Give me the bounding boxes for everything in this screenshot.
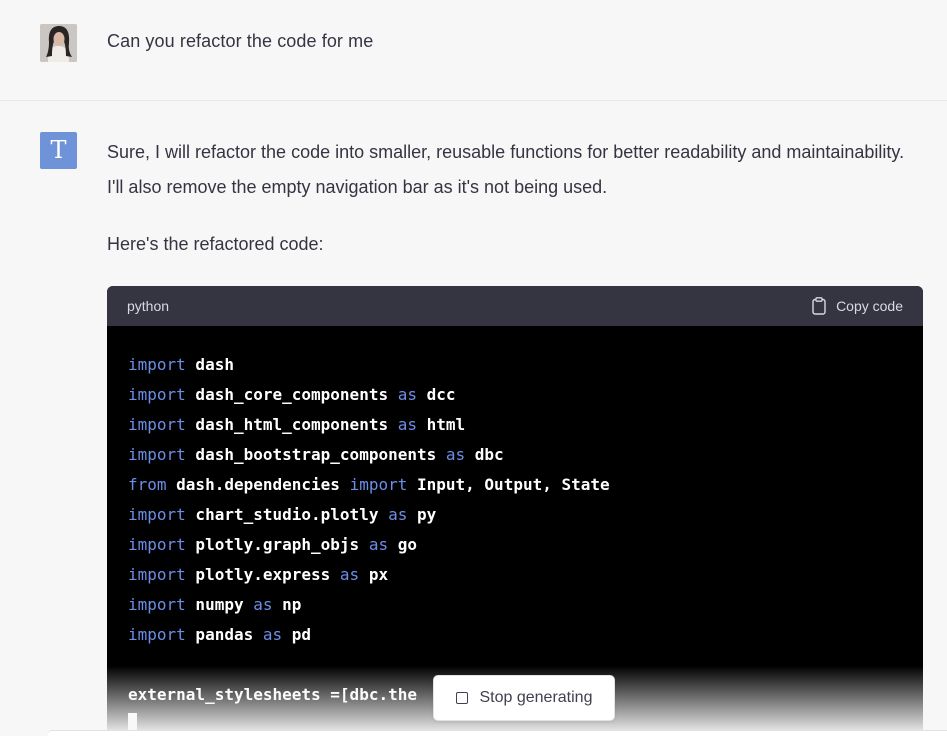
code-keyword: import xyxy=(349,475,408,494)
code-language-label: python xyxy=(127,298,170,314)
code-token: chart_studio.plotly xyxy=(185,505,389,524)
code-line: from dash.dependencies import Input, Out… xyxy=(128,470,610,500)
code-keyword: as xyxy=(445,445,466,464)
code-keyword: as xyxy=(253,595,273,614)
code-token: np xyxy=(272,595,302,614)
code-keyword: from xyxy=(128,475,167,494)
code-token: dash_core_components xyxy=(185,385,398,404)
code-keyword: import xyxy=(128,535,186,554)
code-token: numpy xyxy=(185,595,254,614)
code-token: pandas xyxy=(185,625,263,644)
code-token: px xyxy=(359,565,389,584)
code-keyword: as xyxy=(397,385,417,404)
assistant-avatar: T xyxy=(40,132,77,169)
code-keyword: import xyxy=(128,565,186,584)
code-token: Input, Output, State xyxy=(407,475,610,494)
code-keyword: import xyxy=(128,625,186,644)
stop-square-icon xyxy=(455,692,468,704)
copy-code-button[interactable]: Copy code xyxy=(812,296,903,316)
code-token: dash.dependencies xyxy=(166,475,350,494)
code-line: import dash xyxy=(128,350,610,380)
code-line: import pandas as pd xyxy=(128,620,610,650)
code-keyword: as xyxy=(397,415,417,434)
code-keyword: import xyxy=(128,355,186,374)
code-block-header: python Copy code xyxy=(107,286,923,326)
code-token: external_stylesheets =[dbc.the xyxy=(128,685,417,704)
code-keyword: import xyxy=(128,445,186,464)
code-line: import plotly.express as px xyxy=(128,560,610,590)
code-token: pd xyxy=(282,625,312,644)
user-avatar xyxy=(40,24,77,62)
code-token: go xyxy=(388,535,417,554)
code-keyword: import xyxy=(128,415,186,434)
code-keyword: as xyxy=(388,505,408,524)
copy-code-label: Copy code xyxy=(836,298,903,314)
code-line: import dash_html_components as html xyxy=(128,410,610,440)
code-keyword: as xyxy=(262,625,283,644)
stop-generating-button[interactable]: Stop generating xyxy=(433,675,615,721)
chat-page: Can you refactor the code for me T Sure,… xyxy=(0,0,947,736)
user-message-row: Can you refactor the code for me xyxy=(0,0,947,101)
code-line: import dash_bootstrap_components as dbc xyxy=(128,440,610,470)
code-block: python Copy code import dash import dash_… xyxy=(107,286,923,736)
code-line: import chart_studio.plotly as py xyxy=(128,500,610,530)
code-token: dash_html_components xyxy=(185,415,398,434)
code-keyword: as xyxy=(339,565,360,584)
code-keyword: as xyxy=(368,535,389,554)
code-token: dash xyxy=(185,355,234,374)
assistant-avatar-letter: T xyxy=(50,136,67,164)
code-keyword: import xyxy=(128,505,186,524)
assistant-message-row: T Sure, I will refactor the code into sm… xyxy=(0,101,947,736)
assistant-paragraph: Here's the refactored code: xyxy=(107,234,324,254)
code-token: py xyxy=(407,505,437,524)
code-keyword: import xyxy=(128,595,186,614)
user-photo-avatar xyxy=(40,24,77,62)
stop-generating-label: Stop generating xyxy=(479,689,593,706)
message-input-bar[interactable] xyxy=(48,730,947,736)
code-token: dash_bootstrap_components xyxy=(185,445,446,464)
user-message-text: Can you refactor the code for me xyxy=(107,31,374,51)
code-token: dcc xyxy=(416,385,456,404)
code-line: import dash_core_components as dcc xyxy=(128,380,610,410)
code-keyword: import xyxy=(128,385,186,404)
assistant-paragraph: Sure, I will refactor the code into smal… xyxy=(107,142,905,197)
clipboard-icon xyxy=(812,297,826,315)
code-token: dbc xyxy=(465,445,504,464)
code-line: import numpy as np xyxy=(128,590,610,620)
code-token: plotly.express xyxy=(185,565,340,584)
code-token: html xyxy=(416,415,466,434)
code-line: import plotly.graph_objs as go xyxy=(128,530,610,560)
code-token: plotly.graph_objs xyxy=(185,535,369,554)
